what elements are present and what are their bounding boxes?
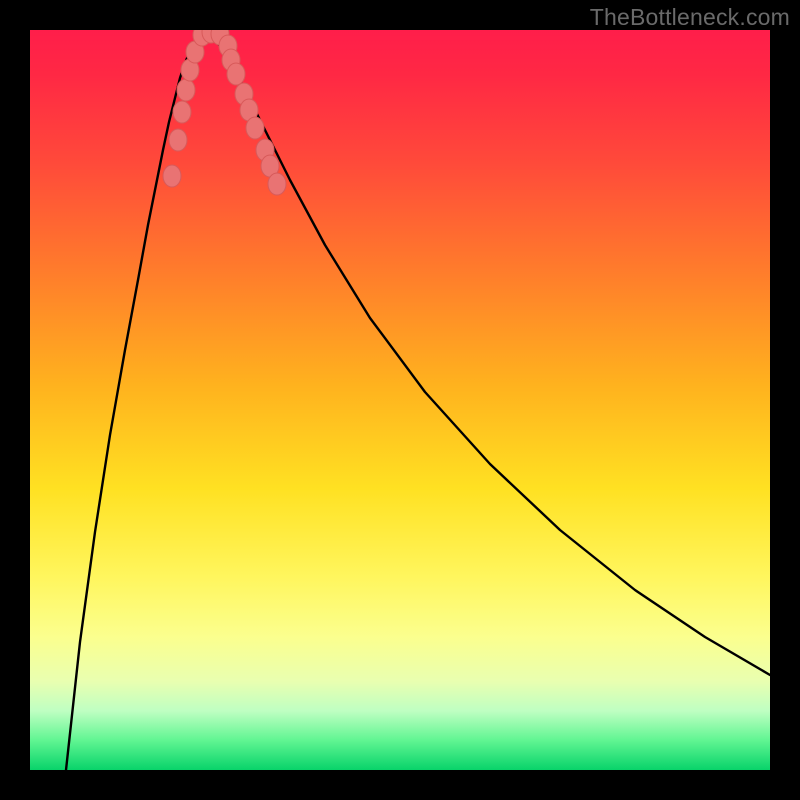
curve-right-branch bbox=[206, 32, 770, 675]
data-point bbox=[177, 79, 195, 101]
data-point bbox=[173, 101, 191, 123]
plot-area bbox=[30, 30, 770, 770]
data-point bbox=[163, 165, 181, 187]
data-point bbox=[169, 129, 187, 151]
data-point bbox=[268, 173, 286, 195]
chart-frame: TheBottleneck.com bbox=[0, 0, 800, 800]
data-point bbox=[227, 63, 245, 85]
data-point bbox=[246, 117, 264, 139]
chart-canvas bbox=[30, 30, 770, 770]
watermark-text: TheBottleneck.com bbox=[590, 4, 790, 31]
